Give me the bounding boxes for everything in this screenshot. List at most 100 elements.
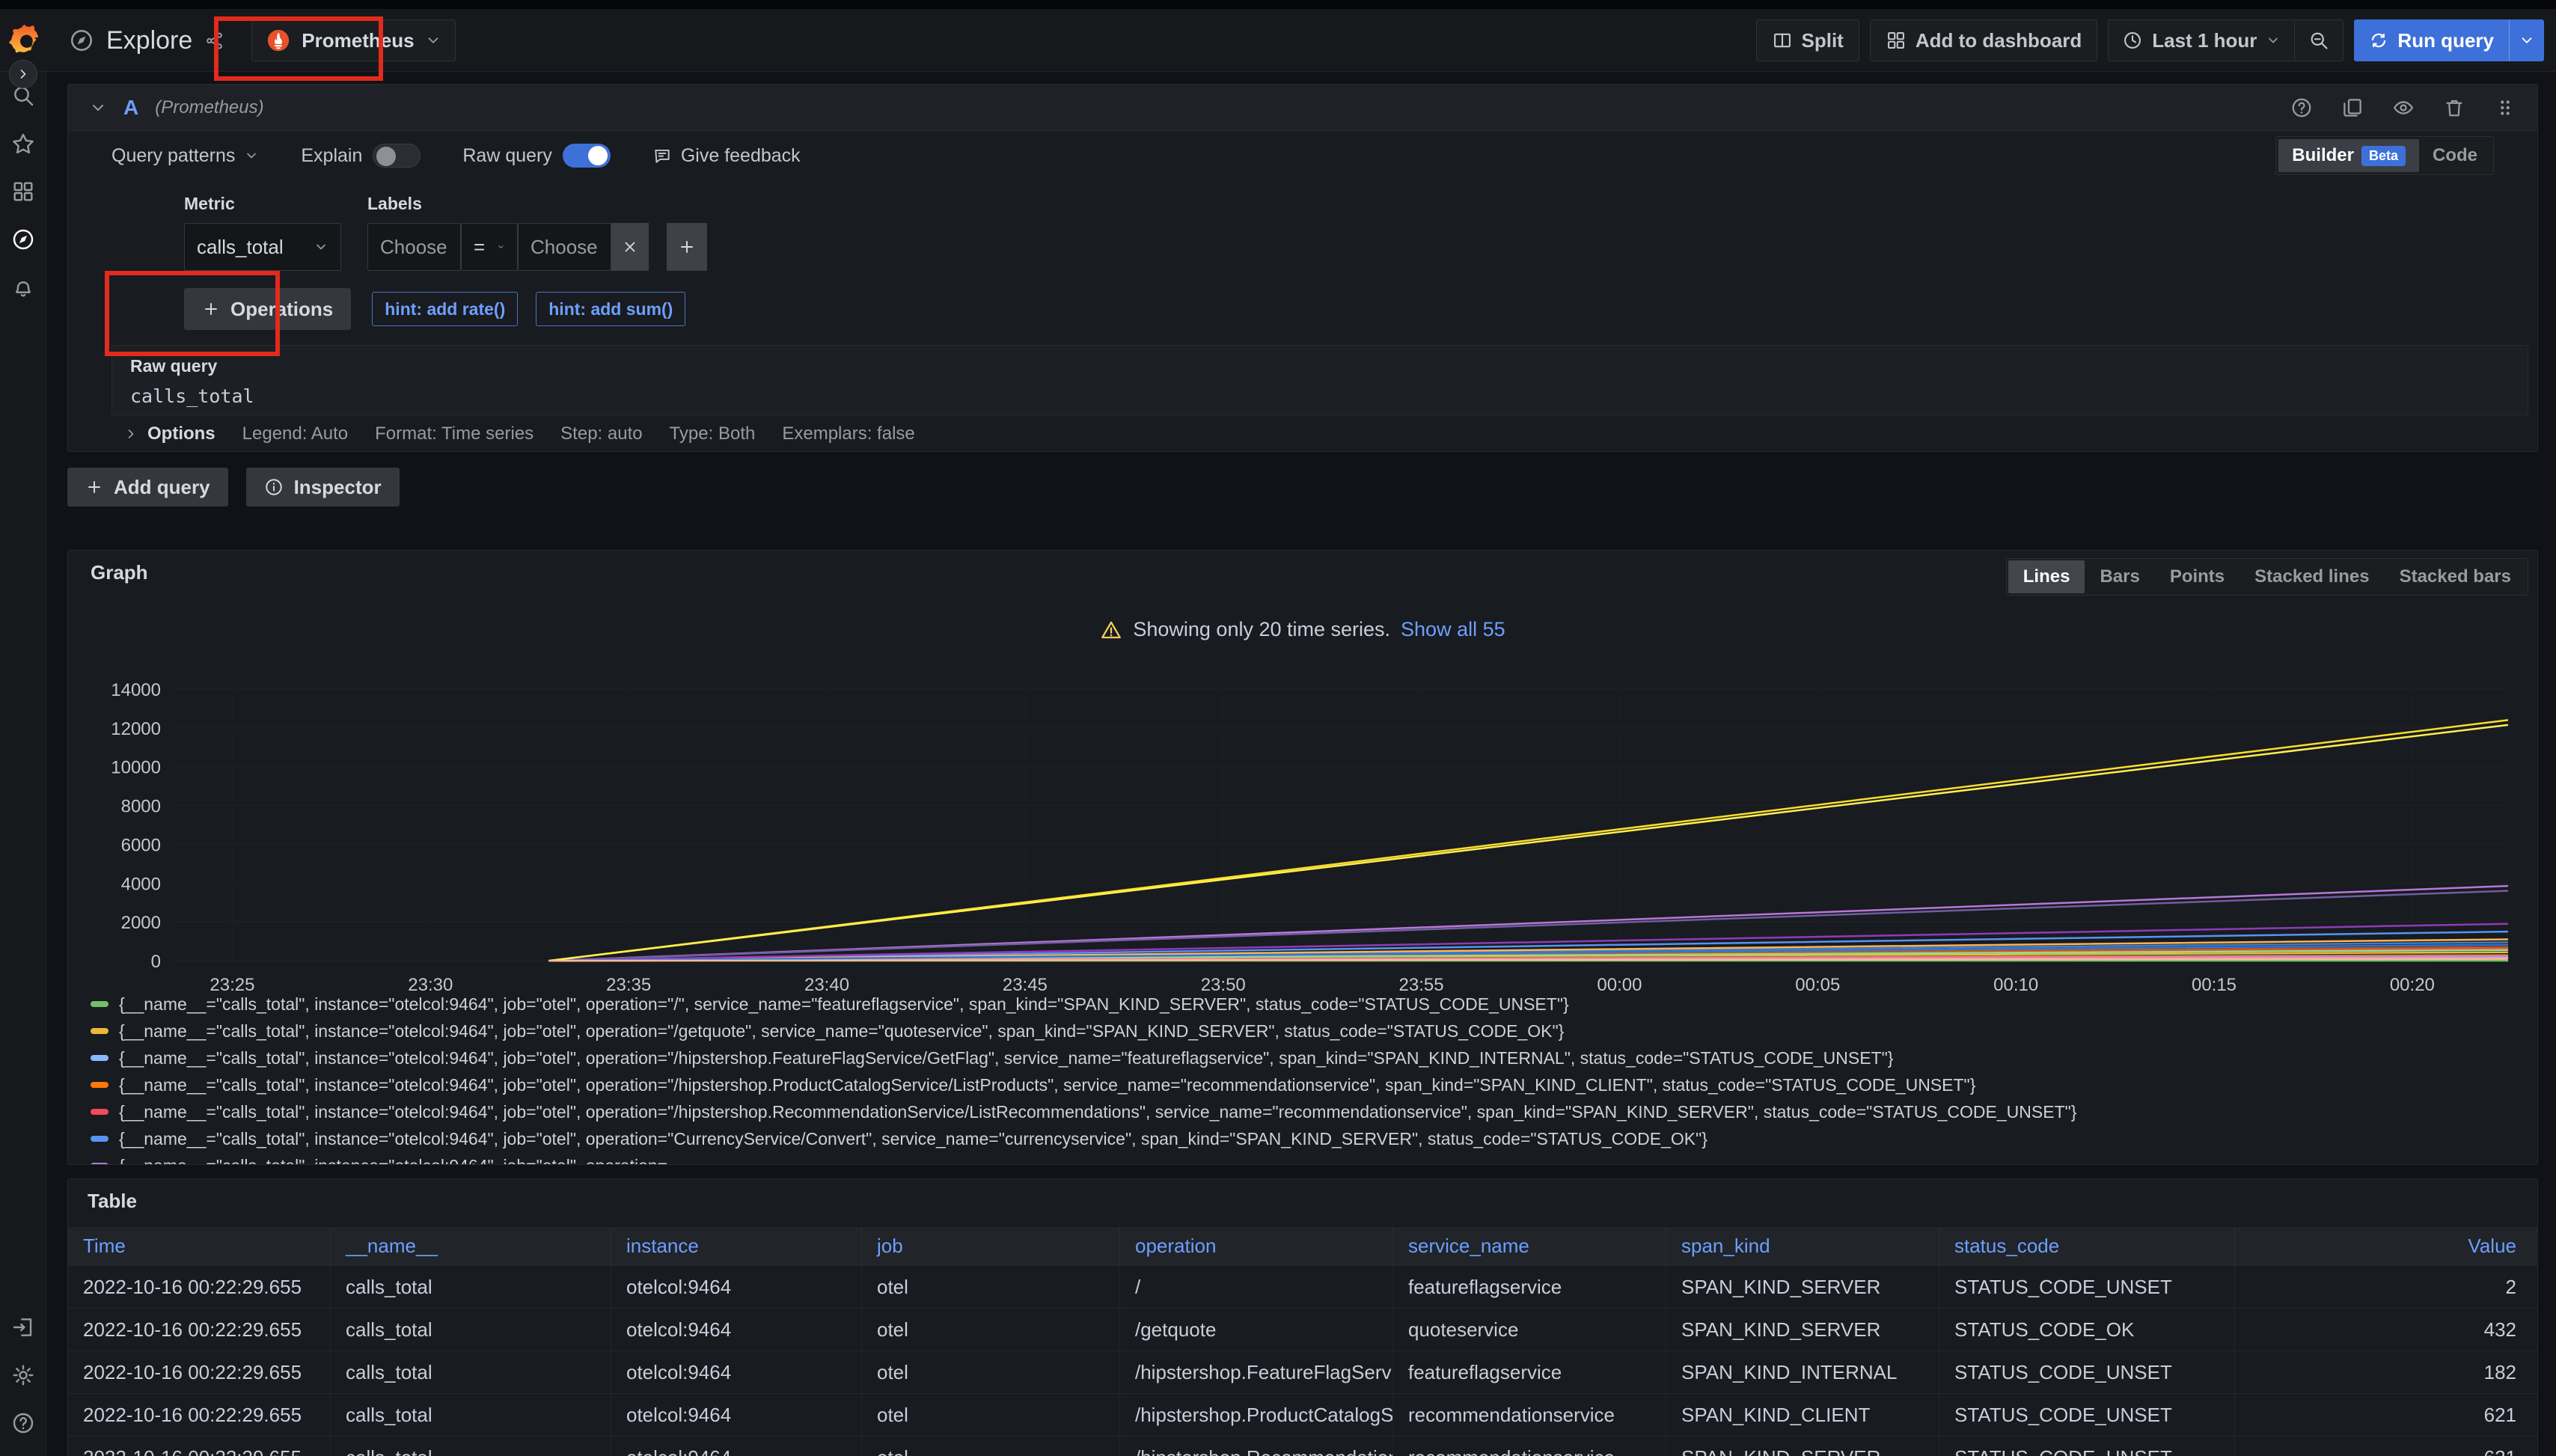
table-panel-title: Table xyxy=(88,1190,137,1213)
graph-mode-bars[interactable]: Bars xyxy=(2085,560,2154,593)
sidebar-item-settings[interactable] xyxy=(0,1351,46,1399)
axis-tick-label: 2000 xyxy=(121,913,161,933)
table-cell: featureflagservice xyxy=(1392,1351,1666,1393)
inspector-button[interactable]: Inspector xyxy=(246,468,400,507)
options-row[interactable]: Options Legend: AutoFormat: Time seriesS… xyxy=(111,415,2528,453)
grafana-explore-app: Explore Prometheus Split Add to dashboar… xyxy=(0,0,2556,1456)
builder-tab[interactable]: Builder Beta xyxy=(2278,139,2419,172)
run-query-label: Run query xyxy=(2397,29,2494,52)
explain-label: Explain xyxy=(301,145,362,167)
label-operator-select[interactable]: = xyxy=(461,223,518,271)
graph-mode-points[interactable]: Points xyxy=(2155,560,2239,593)
column-header-spankind[interactable]: span_kind xyxy=(1666,1227,1939,1265)
raw-query-toggle[interactable] xyxy=(563,144,611,168)
column-header-servicename[interactable]: service_name xyxy=(1392,1227,1666,1265)
copy-icon[interactable] xyxy=(2341,97,2364,119)
legend-item[interactable]: {__name__="calls_total", instance="otelc… xyxy=(91,1152,2531,1164)
column-header-time[interactable]: Time xyxy=(68,1227,330,1265)
sidebar-expand-button[interactable] xyxy=(9,60,37,88)
table-cell: 2022-10-16 00:22:29.655 xyxy=(68,1394,330,1436)
legend-item[interactable]: {__name__="calls_total", instance="otelc… xyxy=(91,1098,2531,1125)
split-button[interactable]: Split xyxy=(1756,19,1859,61)
table-cell: 621 xyxy=(2234,1437,2537,1456)
column-header-name[interactable]: __name__ xyxy=(330,1227,611,1265)
table-row[interactable]: 2022-10-16 00:22:29.655calls_totalotelco… xyxy=(68,1437,2537,1456)
show-all-series-link[interactable]: Show all 55 xyxy=(1401,618,1505,641)
metric-value: calls_total xyxy=(197,236,284,259)
column-header-instance[interactable]: instance xyxy=(611,1227,861,1265)
sidebar-item-alerting[interactable] xyxy=(0,263,46,311)
explain-toggle[interactable] xyxy=(373,144,421,168)
query-row-actions xyxy=(2290,97,2516,119)
share-icon[interactable] xyxy=(204,31,224,51)
table-cell: otelcol:9464 xyxy=(611,1351,861,1393)
help-circle-icon[interactable] xyxy=(2290,97,2313,119)
table-cell: calls_total xyxy=(330,1266,611,1308)
option-summary-item: Type: Both xyxy=(670,423,756,444)
legend-item[interactable]: {__name__="calls_total", instance="otelc… xyxy=(91,1125,2531,1152)
query-row-header[interactable]: A (Prometheus) xyxy=(68,85,2537,131)
options-collapsed[interactable]: Options xyxy=(123,423,215,444)
series-limit-warning: Showing only 20 time series. Show all 55 xyxy=(68,618,2537,641)
table-cell: 2022-10-16 00:22:29.655 xyxy=(68,1437,330,1456)
sidebar-item-explore[interactable] xyxy=(0,215,46,263)
add-label-filter-button[interactable] xyxy=(667,223,707,271)
datasource-picker[interactable]: Prometheus xyxy=(251,19,455,61)
add-to-dashboard-button[interactable]: Add to dashboard xyxy=(1870,19,2097,61)
explore-compass-icon xyxy=(69,28,94,53)
graph-mode-switch: LinesBarsPointsStacked linesStacked bars xyxy=(2006,558,2528,596)
table-row[interactable]: 2022-10-16 00:22:29.655calls_totalotelco… xyxy=(68,1266,2537,1309)
table-cell: otelcol:9464 xyxy=(611,1394,861,1436)
plus-icon xyxy=(678,238,696,256)
table-row[interactable]: 2022-10-16 00:22:29.655calls_totalotelco… xyxy=(68,1309,2537,1351)
axis-tick-label: 8000 xyxy=(121,797,161,817)
clock-icon xyxy=(2122,30,2143,51)
table-row[interactable]: 2022-10-16 00:22:29.655calls_totalotelco… xyxy=(68,1351,2537,1394)
table-cell: otel xyxy=(861,1309,1119,1351)
run-query-button[interactable]: Run query xyxy=(2354,19,2544,61)
graph-mode-lines[interactable]: Lines xyxy=(2008,560,2085,593)
labels-label: Labels xyxy=(367,194,707,214)
column-header-job[interactable]: job xyxy=(861,1227,1119,1265)
remove-label-filter-button[interactable] xyxy=(611,223,649,271)
sidebar-item-sign-in[interactable] xyxy=(0,1303,46,1351)
legend-item[interactable]: {__name__="calls_total", instance="otelc… xyxy=(91,1044,2531,1071)
metric-select[interactable]: calls_total xyxy=(184,223,341,271)
query-datasource-hint: (Prometheus) xyxy=(155,97,263,118)
table-cell: otel xyxy=(861,1437,1119,1456)
label-value-select[interactable]: Choose xyxy=(518,223,611,271)
collapse-chevron-icon[interactable] xyxy=(89,99,107,117)
operations-button[interactable]: Operations xyxy=(184,288,351,330)
query-ref-id: A xyxy=(123,96,138,120)
column-header-operation[interactable]: operation xyxy=(1119,1227,1392,1265)
legend-item[interactable]: {__name__="calls_total", instance="otelc… xyxy=(91,1071,2531,1098)
sidebar-item-help[interactable] xyxy=(0,1399,46,1447)
close-icon xyxy=(622,239,638,255)
time-range-picker[interactable]: Last 1 hour xyxy=(2109,20,2294,61)
query-patterns-dropdown[interactable]: Query patterns xyxy=(111,145,259,167)
legend-item[interactable]: {__name__="calls_total", instance="otelc… xyxy=(91,1018,2531,1044)
sidebar-item-starred[interactable] xyxy=(0,120,46,168)
add-query-button[interactable]: Add query xyxy=(67,468,228,507)
graph-mode-stacked-lines[interactable]: Stacked lines xyxy=(2239,560,2384,593)
code-tab[interactable]: Code xyxy=(2419,139,2491,172)
sign-in-icon xyxy=(11,1315,35,1339)
column-header-value[interactable]: Value xyxy=(2234,1227,2537,1265)
legend-item[interactable]: {__name__="calls_total", instance="otelc… xyxy=(91,991,2531,1018)
topbar-right: Split Add to dashboard Last 1 hour xyxy=(1756,9,2545,72)
sidebar-item-dashboards[interactable] xyxy=(0,168,46,215)
run-query-main[interactable]: Run query xyxy=(2354,19,2509,61)
query-hint-button[interactable]: hint: add rate() xyxy=(372,292,518,326)
time-range-label: Last 1 hour xyxy=(2152,29,2257,52)
column-header-statuscode[interactable]: status_code xyxy=(1939,1227,2234,1265)
drag-handle-icon[interactable] xyxy=(2494,97,2516,119)
trash-icon[interactable] xyxy=(2443,97,2465,119)
give-feedback-link[interactable]: Give feedback xyxy=(652,145,801,167)
query-hint-button[interactable]: hint: add sum() xyxy=(536,292,685,326)
eye-icon[interactable] xyxy=(2392,97,2415,119)
zoom-out-button[interactable] xyxy=(2295,20,2343,61)
table-row[interactable]: 2022-10-16 00:22:29.655calls_totalotelco… xyxy=(68,1394,2537,1437)
label-key-select[interactable]: Choose xyxy=(367,223,461,271)
run-query-dropdown[interactable] xyxy=(2510,19,2544,61)
graph-mode-stacked-bars[interactable]: Stacked bars xyxy=(2385,560,2526,593)
